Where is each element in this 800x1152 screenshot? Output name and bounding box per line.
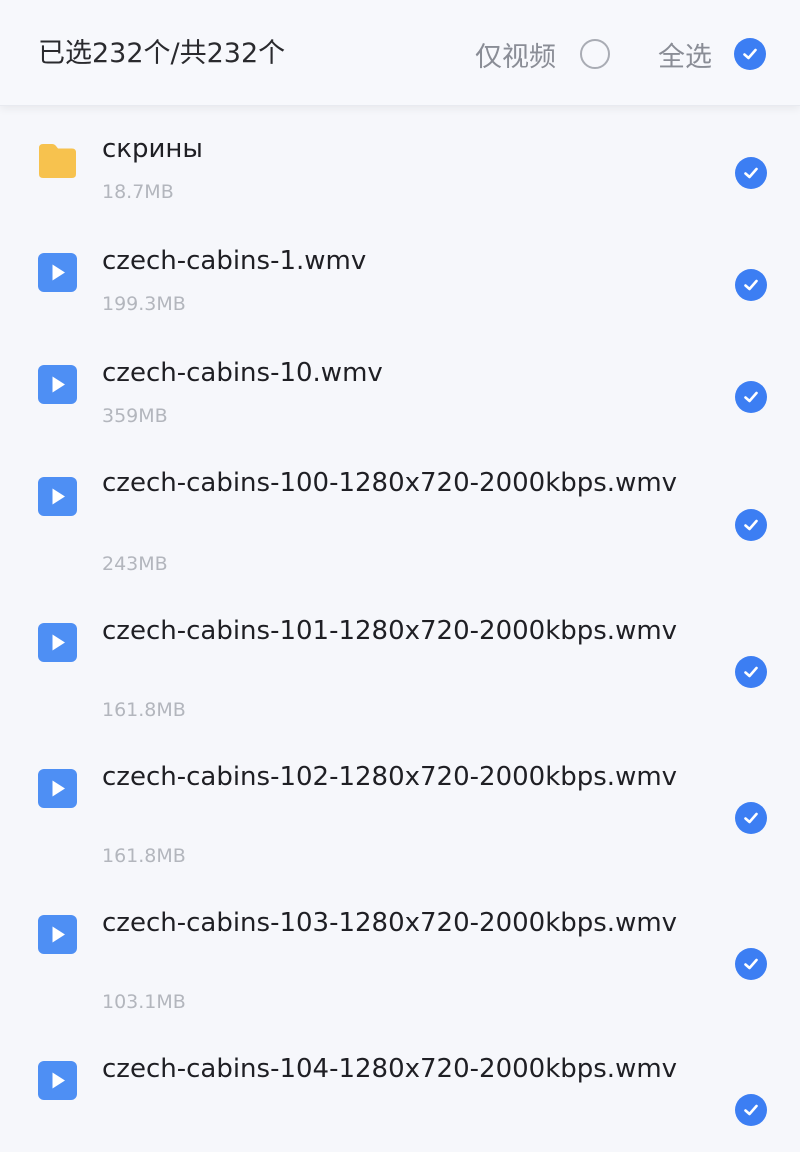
file-size: 161.8MB xyxy=(102,699,186,721)
header-options: 仅视频 全选 xyxy=(475,34,766,74)
video-file-icon xyxy=(37,476,78,517)
checkmark-icon xyxy=(744,812,758,824)
file-size: 161.8MB xyxy=(102,845,186,867)
file-size: 243MB xyxy=(102,553,168,575)
selected-count-label: 已选232个/共232个 xyxy=(38,38,286,69)
checkmark-icon xyxy=(744,1104,758,1116)
video-file-icon xyxy=(37,364,78,405)
list-item[interactable]: czech-cabins-103-1280x720-2000kbps.wmv 1… xyxy=(0,882,800,1028)
file-size: 18.7MB xyxy=(102,181,174,203)
select-all-checkbox[interactable] xyxy=(734,38,766,70)
file-name: czech-cabins-10.wmv xyxy=(102,358,383,388)
item-checkbox[interactable] xyxy=(735,381,767,413)
file-name: скрины xyxy=(102,134,203,164)
video-file-icon xyxy=(37,914,78,955)
file-name: czech-cabins-103-1280x720-2000kbps.wmv xyxy=(102,908,678,938)
video-file-icon xyxy=(37,252,78,293)
checkmark-icon xyxy=(744,167,758,179)
video-only-toggle[interactable] xyxy=(580,39,610,69)
file-size: 103.1MB xyxy=(102,991,186,1013)
file-size: 359MB xyxy=(102,405,168,427)
item-checkbox[interactable] xyxy=(735,802,767,834)
video-file-icon xyxy=(37,622,78,663)
item-checkbox[interactable] xyxy=(735,269,767,301)
folder-icon xyxy=(37,140,78,181)
list-item[interactable]: czech-cabins-101-1280x720-2000kbps.wmv 1… xyxy=(0,590,800,736)
file-name: czech-cabins-104-1280x720-2000kbps.wmv xyxy=(102,1054,678,1084)
item-checkbox[interactable] xyxy=(735,509,767,541)
list-item[interactable]: czech-cabins-10.wmv 359MB xyxy=(0,330,800,442)
select-all-label[interactable]: 全选 xyxy=(658,35,712,74)
list-item[interactable]: скрины 18.7MB xyxy=(0,106,800,218)
item-checkbox[interactable] xyxy=(735,1094,767,1126)
item-checkbox[interactable] xyxy=(735,656,767,688)
video-only-label[interactable]: 仅视频 xyxy=(475,35,556,74)
checkmark-icon xyxy=(744,519,758,531)
selection-header: 已选232个/共232个 仅视频 全选 xyxy=(0,0,800,106)
list-item[interactable]: czech-cabins-1.wmv 199.3MB xyxy=(0,218,800,330)
list-item[interactable]: czech-cabins-100-1280x720-2000kbps.wmv 2… xyxy=(0,442,800,590)
list-item[interactable]: czech-cabins-102-1280x720-2000kbps.wmv 1… xyxy=(0,736,800,882)
checkmark-icon xyxy=(744,279,758,291)
video-file-icon xyxy=(37,768,78,809)
item-checkbox[interactable] xyxy=(735,948,767,980)
checkmark-icon xyxy=(744,666,758,678)
file-name: czech-cabins-101-1280x720-2000kbps.wmv xyxy=(102,616,678,646)
checkmark-icon xyxy=(744,391,758,403)
file-name: czech-cabins-1.wmv xyxy=(102,246,367,276)
file-name: czech-cabins-102-1280x720-2000kbps.wmv xyxy=(102,762,678,792)
item-checkbox[interactable] xyxy=(735,157,767,189)
file-list[interactable]: скрины 18.7MB czech-cabins-1.wmv 199.3MB… xyxy=(0,106,800,1152)
file-name: czech-cabins-100-1280x720-2000kbps.wmv xyxy=(102,468,678,498)
file-size: 199.3MB xyxy=(102,293,186,315)
video-file-icon xyxy=(37,1060,78,1101)
checkmark-icon xyxy=(743,48,757,60)
checkmark-icon xyxy=(744,958,758,970)
list-item[interactable]: czech-cabins-104-1280x720-2000kbps.wmv xyxy=(0,1028,800,1152)
